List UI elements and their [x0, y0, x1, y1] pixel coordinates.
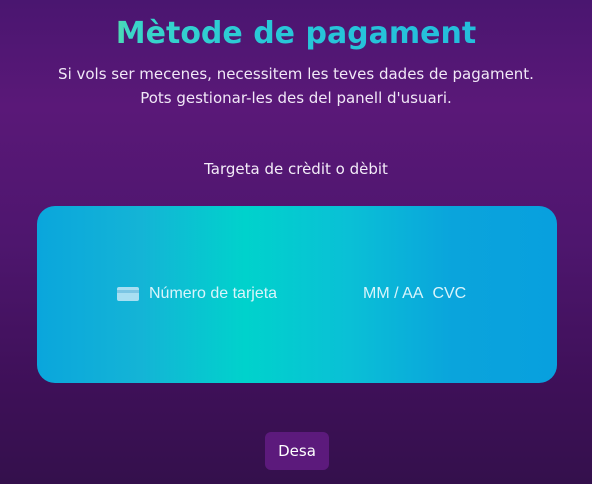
card-section-label: Targeta de crèdit o dèbit [204, 160, 388, 178]
card-input-row[interactable]: Número de tarjeta MM / AA CVC [117, 284, 466, 304]
save-button[interactable]: Desa [265, 432, 329, 470]
card-input-panel: Número de tarjeta MM / AA CVC [37, 206, 557, 383]
credit-card-icon [117, 287, 139, 301]
card-number-field[interactable]: Número de tarjeta [149, 285, 363, 303]
cvc-field[interactable]: CVC [432, 285, 466, 303]
expiry-field[interactable]: MM / AA [363, 285, 423, 303]
page-title: Mètode de pagament [0, 14, 592, 54]
page-description: Si vols ser mecenes, necessitem les teve… [58, 65, 534, 107]
